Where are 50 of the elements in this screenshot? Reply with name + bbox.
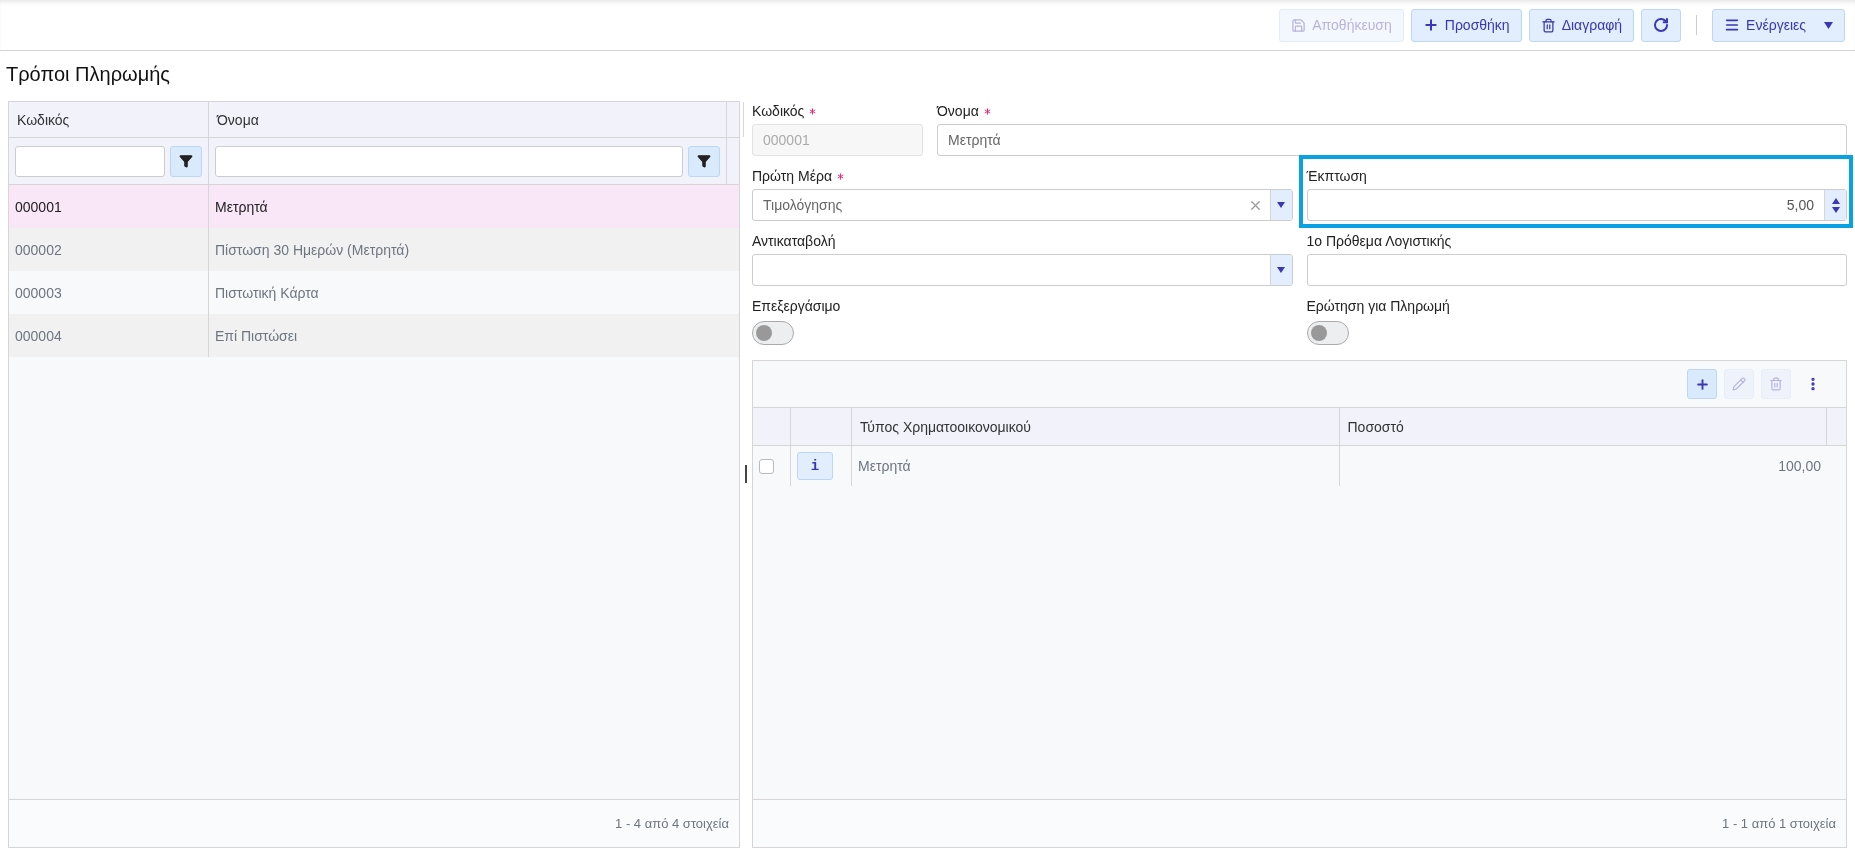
add-button[interactable]: [1687, 369, 1717, 399]
filter-button[interactable]: [170, 145, 202, 177]
text-field[interactable]: Μετρητά: [937, 124, 1847, 156]
actions-button[interactable]: Ενέργειες: [1712, 8, 1845, 42]
splitter-handle[interactable]: [745, 465, 747, 483]
refresh-icon: [1653, 17, 1670, 33]
column-header[interactable]: Όνομα: [209, 102, 727, 137]
table-cell: Μετρητά: [852, 446, 1340, 486]
column-header[interactable]: Τύπος Χρηματοοικονομικού: [852, 408, 1340, 445]
field-label: Έκπτωση: [1306, 167, 1368, 186]
info-button[interactable]: i: [797, 452, 833, 480]
list-row[interactable]: 000001 Μετρητά: [9, 185, 739, 228]
dropdown-field[interactable]: Τιμολόγησης: [752, 189, 1293, 221]
refresh-button[interactable]: [1641, 8, 1682, 42]
trash-icon: [1540, 17, 1556, 33]
column-header[interactable]: Κωδικός: [9, 102, 209, 137]
filter-field[interactable]: [215, 145, 683, 177]
spinner-arrows-icon[interactable]: [1831, 197, 1840, 213]
field-label: Αντικαταβολή: [752, 232, 837, 251]
field-label: Επεξεργάσιμο: [752, 297, 842, 316]
dropdown-field[interactable]: [752, 254, 1293, 286]
field-label: Πρώτη Μέρα: [752, 166, 1293, 186]
caret-icon: [1277, 267, 1285, 273]
field-label: Ερώτηση για Πληρωμή: [1306, 297, 1451, 316]
column-header[interactable]: Ποσοστό: [1339, 408, 1827, 445]
caret-icon: [1824, 21, 1833, 29]
filter-field[interactable]: [15, 145, 165, 177]
plus-icon: [1422, 17, 1439, 33]
filter-icon: [697, 154, 711, 168]
caret-icon: [1277, 202, 1285, 208]
table-cell-text: 100,00: [1777, 457, 1822, 476]
delete-button[interactable]: Διαγραφή: [1528, 8, 1635, 42]
filter-icon: [179, 154, 193, 168]
menu-icon: [1724, 17, 1741, 33]
number-field[interactable]: 5,00: [1306, 189, 1847, 221]
list-row[interactable]: 000002 Πίστωση 30 Ημερών (Μετρητά): [9, 228, 739, 271]
field-label: Όνομα: [937, 101, 1847, 121]
list-row[interactable]: 000004 Επί Πιστώσει: [9, 314, 739, 357]
plus-icon: [1694, 376, 1710, 392]
add-button[interactable]: Προσθήκη: [1410, 8, 1522, 42]
row-checkbox[interactable]: [759, 458, 774, 474]
field-label: Κωδικός: [752, 101, 923, 121]
page-title: Τρόποι Πληρωμής: [5, 62, 171, 87]
text-field[interactable]: [1306, 254, 1847, 286]
pencil-icon: [1732, 377, 1746, 391]
filter-button[interactable]: [688, 145, 720, 177]
toggle-switch[interactable]: [752, 321, 794, 345]
field-label: 1ο Πρόθεμα Λογιστικής: [1306, 232, 1453, 251]
trash-icon: [1769, 377, 1783, 391]
toggle-switch[interactable]: [1306, 321, 1349, 345]
